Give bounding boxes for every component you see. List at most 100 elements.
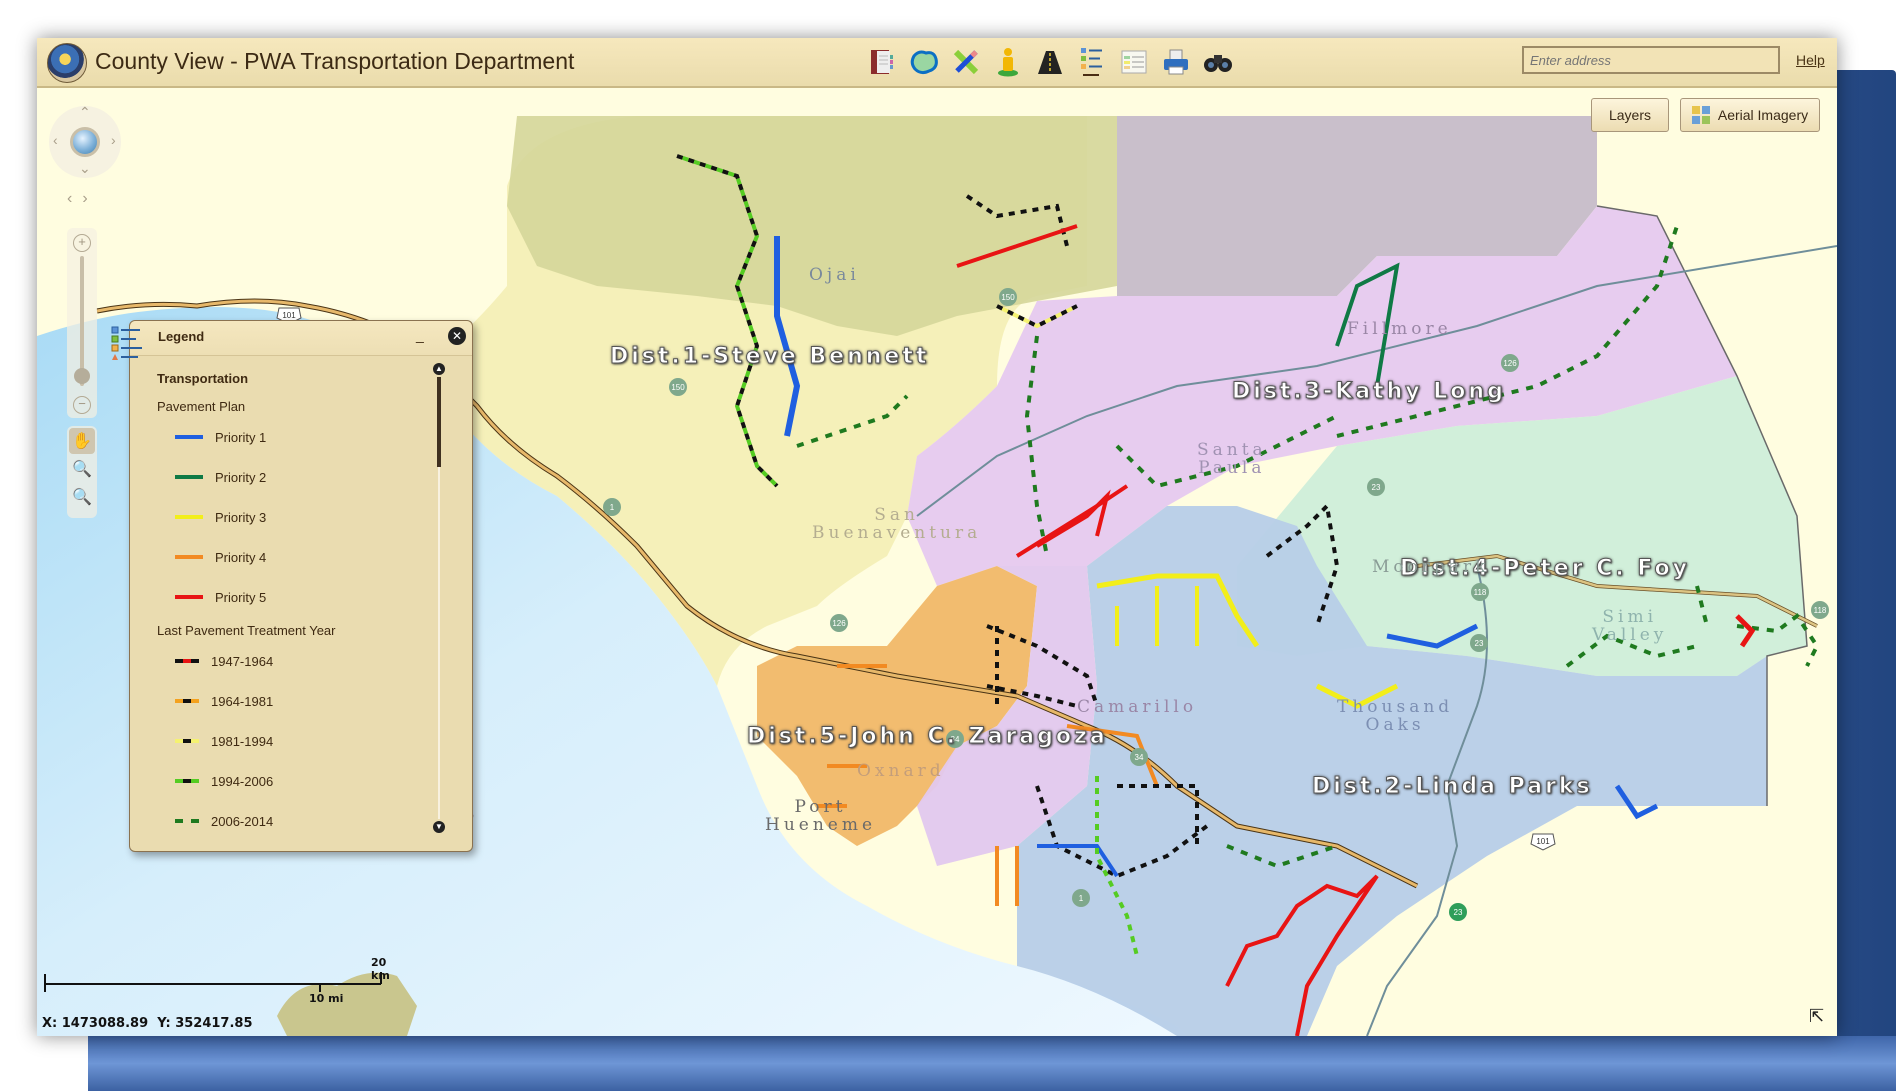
shield-126b: 126 (830, 614, 848, 632)
city-label-thousand-oaks: Thousand Oaks (1337, 697, 1454, 735)
y-coord-label: Y: (157, 1016, 171, 1031)
x-coord-value: 1473088.89 (61, 1016, 149, 1031)
title-bar: County View - PWA Transportation Departm… (37, 38, 1837, 88)
svg-text:126: 126 (1503, 359, 1517, 368)
next-extent-icon[interactable]: › (82, 190, 97, 207)
legend-item-label: 2006-2014 (211, 813, 274, 829)
pan-left-icon[interactable]: ‹ (53, 132, 58, 148)
city-label-oxnard: Oxnard (857, 761, 945, 781)
aerial-grid-icon (1691, 106, 1710, 124)
city-label-camarillo: Camarillo (1077, 697, 1198, 717)
find-button[interactable] (1203, 47, 1233, 77)
address-search-input[interactable] (1522, 46, 1780, 74)
legend-swatch (175, 515, 203, 519)
svg-text:101: 101 (282, 311, 296, 320)
help-link[interactable]: Help (1796, 52, 1825, 68)
map-tools: ✋ 🔍 🔍 (67, 426, 97, 518)
legend-item-label: 1994-2006 (211, 773, 274, 789)
scale-km-label: 20 km (371, 956, 390, 982)
svg-text:118: 118 (1474, 588, 1487, 597)
legend-button[interactable] (1077, 47, 1107, 77)
legend-swatch (175, 435, 203, 439)
legend-group-title: Last Pavement Treatment Year (157, 623, 336, 638)
legend-item-label: Priority 4 (215, 549, 267, 565)
legend-item: Priority 4 (175, 549, 266, 565)
book-icon (871, 50, 893, 74)
legend-scrollbar[interactable]: ▲ ▼ (432, 363, 446, 833)
shield-34b: 34 (1130, 748, 1148, 766)
legend-item-label: 1947-1964 (211, 653, 274, 669)
legend-item: Priority 3 (175, 509, 266, 525)
pan-hand-icon[interactable]: ✋ (69, 428, 95, 454)
shield-118b: 118 (1811, 601, 1829, 619)
zoom-track[interactable] (80, 256, 84, 386)
zoom-in-icon[interactable]: + (73, 234, 91, 252)
svg-text:126: 126 (832, 619, 846, 628)
measure-icon (953, 49, 979, 75)
legend-swatch (175, 779, 199, 783)
map-navigation: ⌃ ‹ › ⌄ ‹› + − ✋ 🔍 🔍 (45, 98, 135, 538)
district-2-label: Dist.2-Linda Parks (1312, 774, 1593, 800)
svg-text:150: 150 (671, 383, 685, 392)
extent-history: ‹› (67, 190, 98, 208)
city-label-santa-paula: Santa Paula (1197, 440, 1267, 478)
zoom-out-icon[interactable]: − (73, 396, 91, 414)
city-label-ojai: Ojai (809, 265, 860, 285)
previous-extent-icon[interactable]: ‹ (67, 190, 82, 207)
legend-header[interactable]: Legend _ ✕ (111, 321, 472, 360)
zoom-thumb[interactable] (74, 368, 90, 384)
city-label-fillmore: Fillmore (1347, 319, 1452, 339)
legend-item: Priority 1 (175, 429, 266, 445)
pan-right-icon[interactable]: › (111, 132, 116, 148)
shield-150: 150 (669, 378, 687, 396)
report-button[interactable] (1119, 47, 1149, 77)
district-5-label: Dist.5-John C. Zaragoza (747, 724, 1108, 750)
expand-map-icon[interactable]: ⇱ (1809, 1006, 1829, 1026)
y-coord-value: 352417.85 (175, 1016, 253, 1031)
district-1-label: Dist.1-Steve Bennett (609, 344, 930, 370)
svg-text:1: 1 (610, 503, 615, 512)
zoom-in-box-icon[interactable]: 🔍 (69, 456, 95, 482)
city-label-san-buenaventura: San Buenaventura (812, 505, 982, 543)
legend-item-label: 1964-1981 (211, 693, 274, 709)
scroll-up-icon[interactable]: ▲ (433, 363, 445, 375)
roads-button[interactable] (1035, 47, 1065, 77)
bookmarks-button[interactable] (867, 47, 897, 77)
shield-23c: 23 (1449, 903, 1467, 921)
pan-down-icon[interactable]: ⌄ (79, 160, 91, 177)
scroll-thumb[interactable] (437, 377, 441, 467)
legend-close-button[interactable]: ✕ (448, 327, 466, 345)
city-label-simi-valley: Simi Valley (1592, 607, 1668, 645)
road-icon (1038, 51, 1062, 74)
aerial-imagery-button[interactable]: Aerial Imagery (1680, 98, 1820, 132)
legend-item: Priority 5 (175, 589, 266, 605)
pan-up-icon[interactable]: ⌃ (79, 104, 91, 121)
legend-item: 1994-2006 (175, 773, 273, 789)
measure-button[interactable] (951, 47, 981, 77)
globe-icon[interactable] (70, 127, 100, 157)
street-view-button[interactable] (993, 47, 1023, 77)
svg-text:150: 150 (1001, 293, 1015, 302)
layers-button[interactable]: Layers (1591, 98, 1669, 132)
zoom-slider[interactable]: + − (67, 228, 97, 418)
legend-minimize-button[interactable]: _ (416, 327, 424, 343)
legend-swatch (175, 595, 203, 599)
legend-item: Priority 2 (175, 469, 266, 485)
svg-text:1: 1 (1079, 894, 1084, 903)
svg-text:23: 23 (1475, 639, 1484, 648)
legend-item-label: Priority 2 (215, 469, 267, 485)
scale-bar: 20 km 10 mi (43, 956, 393, 1005)
shield-150b: 150 (999, 288, 1017, 306)
legend-item-label: Priority 3 (215, 509, 267, 525)
print-button[interactable] (1161, 47, 1191, 77)
legend-item: 1964-1981 (175, 693, 273, 709)
legend-swatch (175, 475, 203, 479)
zoom-out-box-icon[interactable]: 🔍 (69, 484, 95, 510)
map-area-button[interactable] (909, 47, 939, 77)
shield-23: 23 (1367, 478, 1385, 496)
shield-126: 126 (1501, 354, 1519, 372)
print-icon (1164, 49, 1188, 75)
app-title: County View - PWA Transportation Departm… (95, 48, 575, 74)
scroll-down-icon[interactable]: ▼ (433, 821, 445, 833)
pan-control[interactable]: ⌃ ‹ › ⌄ (49, 104, 121, 178)
